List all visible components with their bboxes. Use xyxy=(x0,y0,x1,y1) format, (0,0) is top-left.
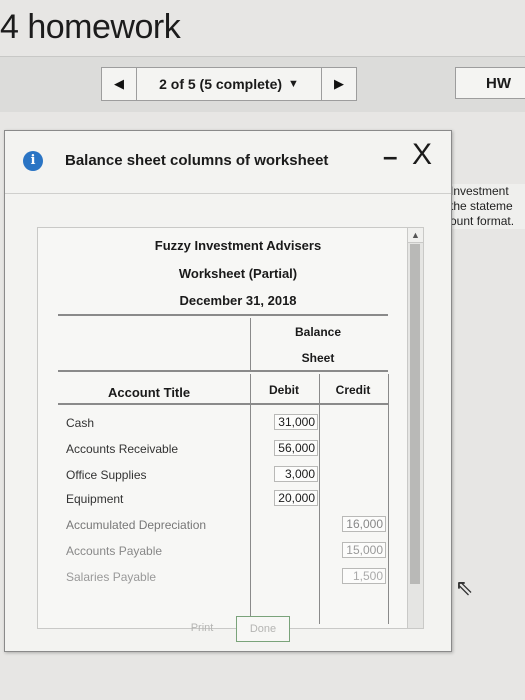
info-icon: i xyxy=(23,151,43,171)
account-name: Equipment xyxy=(66,492,124,506)
question-select[interactable]: 2 of 5 (5 complete) ▼ xyxy=(137,76,321,92)
column-rule xyxy=(250,318,251,370)
column-rule xyxy=(319,374,320,624)
group-header-sheet: Sheet xyxy=(301,351,335,365)
hw-score-button[interactable]: HW xyxy=(455,67,525,99)
print-button[interactable]: Print xyxy=(180,616,224,640)
account-name: Salaries Payable xyxy=(66,570,157,584)
credit-field[interactable]: 16,000 xyxy=(342,516,386,532)
debit-field[interactable]: 20,000 xyxy=(274,490,318,506)
debit-field[interactable]: 56,000 xyxy=(274,440,318,456)
column-rule xyxy=(250,374,251,624)
chevron-left-icon: ◀ xyxy=(114,76,124,91)
dialog-title: Balance sheet columns of worksheet xyxy=(65,152,329,169)
header-rule xyxy=(58,314,388,316)
mouse-cursor-icon: ⇖ xyxy=(455,575,474,600)
question-pager: ◀ 2 of 5 (5 complete) ▼ ▶ xyxy=(101,67,357,101)
close-button[interactable]: X xyxy=(412,138,432,172)
next-question-button[interactable]: ▶ xyxy=(322,68,356,100)
scroll-up-icon[interactable]: ▲ xyxy=(408,228,423,243)
minimize-button[interactable]: – xyxy=(383,141,397,172)
dialog-header: i Balance sheet columns of worksheet – X xyxy=(5,131,451,191)
account-name: Accounts Receivable xyxy=(66,442,179,456)
vertical-scrollbar[interactable]: ▲ xyxy=(407,227,424,629)
account-name: Cash xyxy=(66,416,95,430)
background-question-text: Investment the stateme ount format. xyxy=(450,184,525,229)
account-name: Accumulated Depreciation xyxy=(66,518,207,532)
worksheet-panel: Fuzzy Investment Advisers Worksheet (Par… xyxy=(37,227,409,629)
col-header-debit: Debit xyxy=(269,383,299,397)
credit-field[interactable]: 1,500 xyxy=(342,568,386,584)
account-name: Accounts Payable xyxy=(66,544,163,558)
prev-question-button[interactable]: ◀ xyxy=(102,68,136,100)
debit-field[interactable]: 31,000 xyxy=(274,414,318,430)
background-text-line: Investment xyxy=(450,184,509,198)
app-title: 4 homework xyxy=(0,8,181,46)
column-header-rule xyxy=(58,403,388,405)
chevron-down-icon: ▼ xyxy=(288,78,299,90)
done-button[interactable]: Done xyxy=(236,616,290,642)
chevron-right-icon: ▶ xyxy=(334,76,344,91)
scrollbar-thumb[interactable] xyxy=(410,244,420,584)
background-text-line: ount format. xyxy=(450,214,515,228)
worksheet-dialog: i Balance sheet columns of worksheet – X… xyxy=(4,130,452,652)
worksheet-date: December 31, 2018 xyxy=(179,293,297,308)
col-header-credit: Credit xyxy=(335,383,371,397)
debit-field[interactable]: 3,000 xyxy=(274,466,318,482)
group-rule xyxy=(58,370,388,372)
credit-field[interactable]: 15,000 xyxy=(342,542,386,558)
company-name: Fuzzy Investment Advisers xyxy=(154,238,322,253)
account-name: Office Supplies xyxy=(66,468,147,482)
column-rule xyxy=(388,374,389,624)
background-text-line: the stateme xyxy=(450,199,513,213)
group-header-balance: Balance xyxy=(294,325,342,339)
question-status-text: 2 of 5 (5 complete) xyxy=(159,76,283,92)
worksheet-subtitle: Worksheet (Partial) xyxy=(178,266,298,281)
header-divider xyxy=(5,193,451,194)
col-header-account-title: Account Title xyxy=(108,385,191,400)
